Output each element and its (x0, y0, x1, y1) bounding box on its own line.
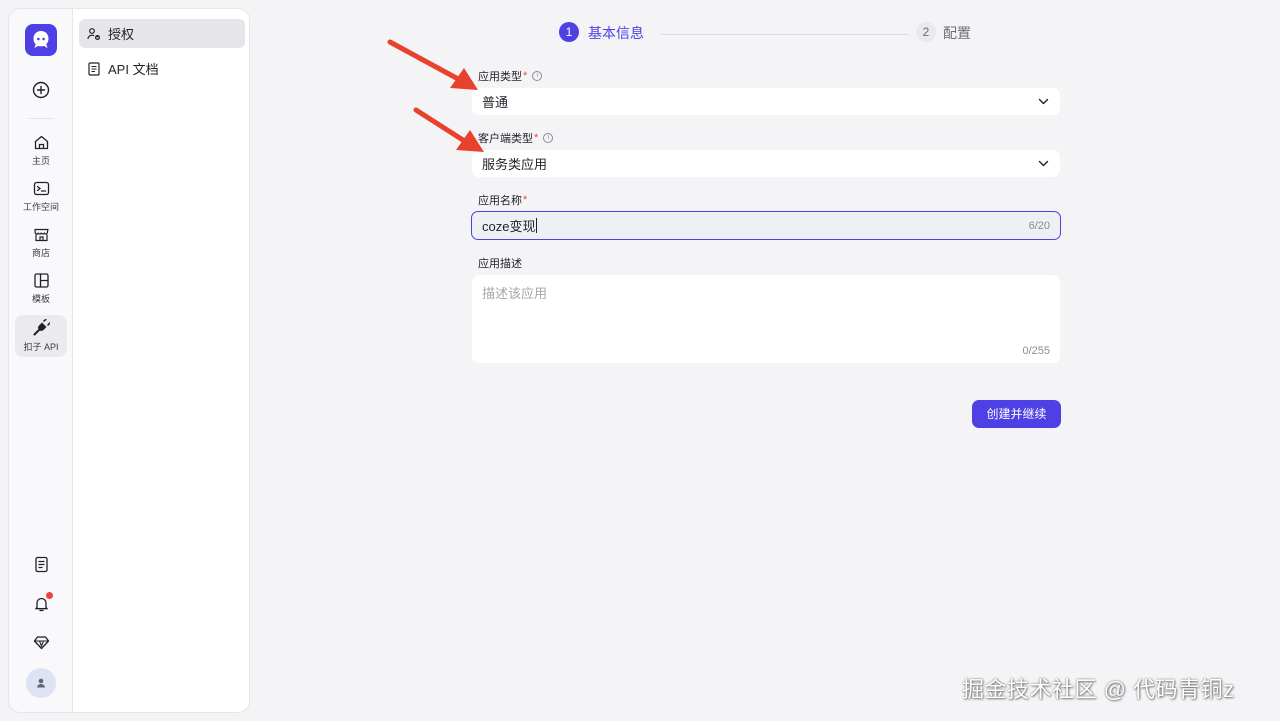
api-subnav: 授权 API 文档 (72, 8, 250, 713)
client-type-label-text: 客户端类型 (478, 133, 533, 145)
document-icon (34, 556, 48, 573)
avatar[interactable] (26, 668, 56, 698)
rail-notifications-button[interactable] (9, 595, 73, 612)
plug-icon (33, 319, 50, 336)
rail-item-coze-api[interactable]: 扣子 API (15, 315, 67, 357)
required-mark: * (534, 132, 539, 144)
app-name-label: 应用名称 * (478, 192, 527, 208)
rail-item-store[interactable]: 商店 (9, 226, 73, 259)
rail-item-label: 主页 (31, 156, 50, 166)
client-type-select[interactable]: 服务类应用 (472, 150, 1060, 177)
key-user-icon (87, 27, 100, 40)
create-and-continue-button[interactable]: 创建并继续 (972, 400, 1061, 428)
rail-item-label: 模板 (31, 294, 50, 304)
app-desc-textarea[interactable]: 描述该应用 0/255 (472, 275, 1060, 363)
coze-logo-icon (33, 31, 49, 49)
coze-logo[interactable] (25, 24, 57, 56)
app-type-label: 应用类型 * i (478, 68, 543, 84)
plus-circle-icon (32, 81, 50, 99)
chevron-down-icon (1038, 98, 1049, 105)
rail-item-label: 商店 (31, 248, 50, 258)
app-desc-label: 应用描述 (478, 255, 522, 271)
annotation-arrow-app-type (387, 39, 478, 90)
app-name-label-text: 应用名称 (478, 195, 522, 207)
rail-item-home[interactable]: 主页 (9, 134, 73, 167)
subnav-item-auth[interactable]: 授权 (79, 19, 245, 48)
app-desc-label-text: 应用描述 (478, 258, 522, 270)
app-desc-placeholder: 描述该应用 (482, 286, 548, 301)
step-1-label: 基本信息 (588, 25, 644, 41)
info-icon[interactable]: i (543, 133, 554, 143)
rail-item-template[interactable]: 模板 (9, 272, 73, 305)
stepper-connector (661, 34, 909, 35)
app-type-value: 普通 (482, 95, 509, 110)
info-icon[interactable]: i (532, 71, 543, 81)
subnav-item-label: 授权 (108, 27, 135, 42)
chevron-down-icon (1038, 160, 1049, 167)
required-mark: * (523, 194, 528, 206)
rail-item-label: 工作空间 (22, 202, 59, 212)
app-name-value: coze变现 (482, 219, 536, 234)
rail-docs-button[interactable] (9, 556, 73, 573)
app-type-label-text: 应用类型 (478, 71, 522, 83)
template-icon (33, 273, 49, 288)
step-2-number: 2 (916, 22, 936, 42)
store-icon (33, 228, 49, 242)
app-type-select[interactable]: 普通 (472, 88, 1060, 115)
step-1-number: 1 (559, 22, 579, 42)
app-name-input[interactable]: coze变现 6/20 (471, 211, 1061, 240)
rail-divider (29, 118, 53, 119)
rail-item-label: 扣子 API (23, 342, 59, 352)
app-desc-counter: 0/255 (1022, 345, 1050, 357)
create-button[interactable] (9, 81, 73, 99)
app-name-counter: 6/20 (1028, 219, 1050, 232)
subnav-item-label: API 文档 (108, 62, 159, 77)
watermark: 掘金技术社区 @ 代码青铜z (962, 677, 1235, 702)
document-icon (88, 61, 100, 76)
user-icon (37, 678, 45, 688)
terminal-folder-icon (33, 181, 49, 196)
rail-premium-button[interactable] (9, 634, 73, 651)
subnav-item-api-docs[interactable]: API 文档 (79, 54, 245, 83)
home-icon (34, 135, 48, 150)
notification-dot (46, 592, 53, 599)
required-mark: * (523, 70, 528, 82)
diamond-icon (33, 636, 49, 650)
text-caret (536, 218, 538, 233)
step-2-label: 配置 (943, 25, 971, 41)
client-type-value: 服务类应用 (482, 157, 548, 172)
left-rail: 主页 工作空间 商店 模板 扣子 API (8, 8, 72, 713)
client-type-label: 客户端类型 * i (478, 130, 554, 146)
rail-item-workspace[interactable]: 工作空间 (9, 180, 73, 213)
